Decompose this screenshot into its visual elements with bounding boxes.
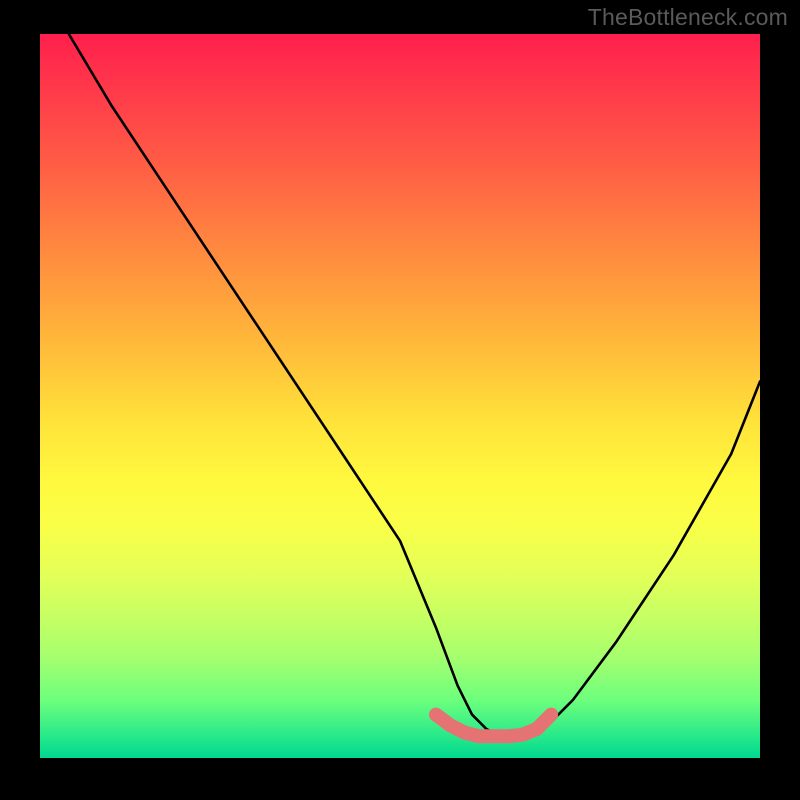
gradient-plot-area [40, 34, 760, 758]
chart-frame: TheBottleneck.com [0, 0, 800, 800]
watermark-text: TheBottleneck.com [588, 4, 788, 31]
